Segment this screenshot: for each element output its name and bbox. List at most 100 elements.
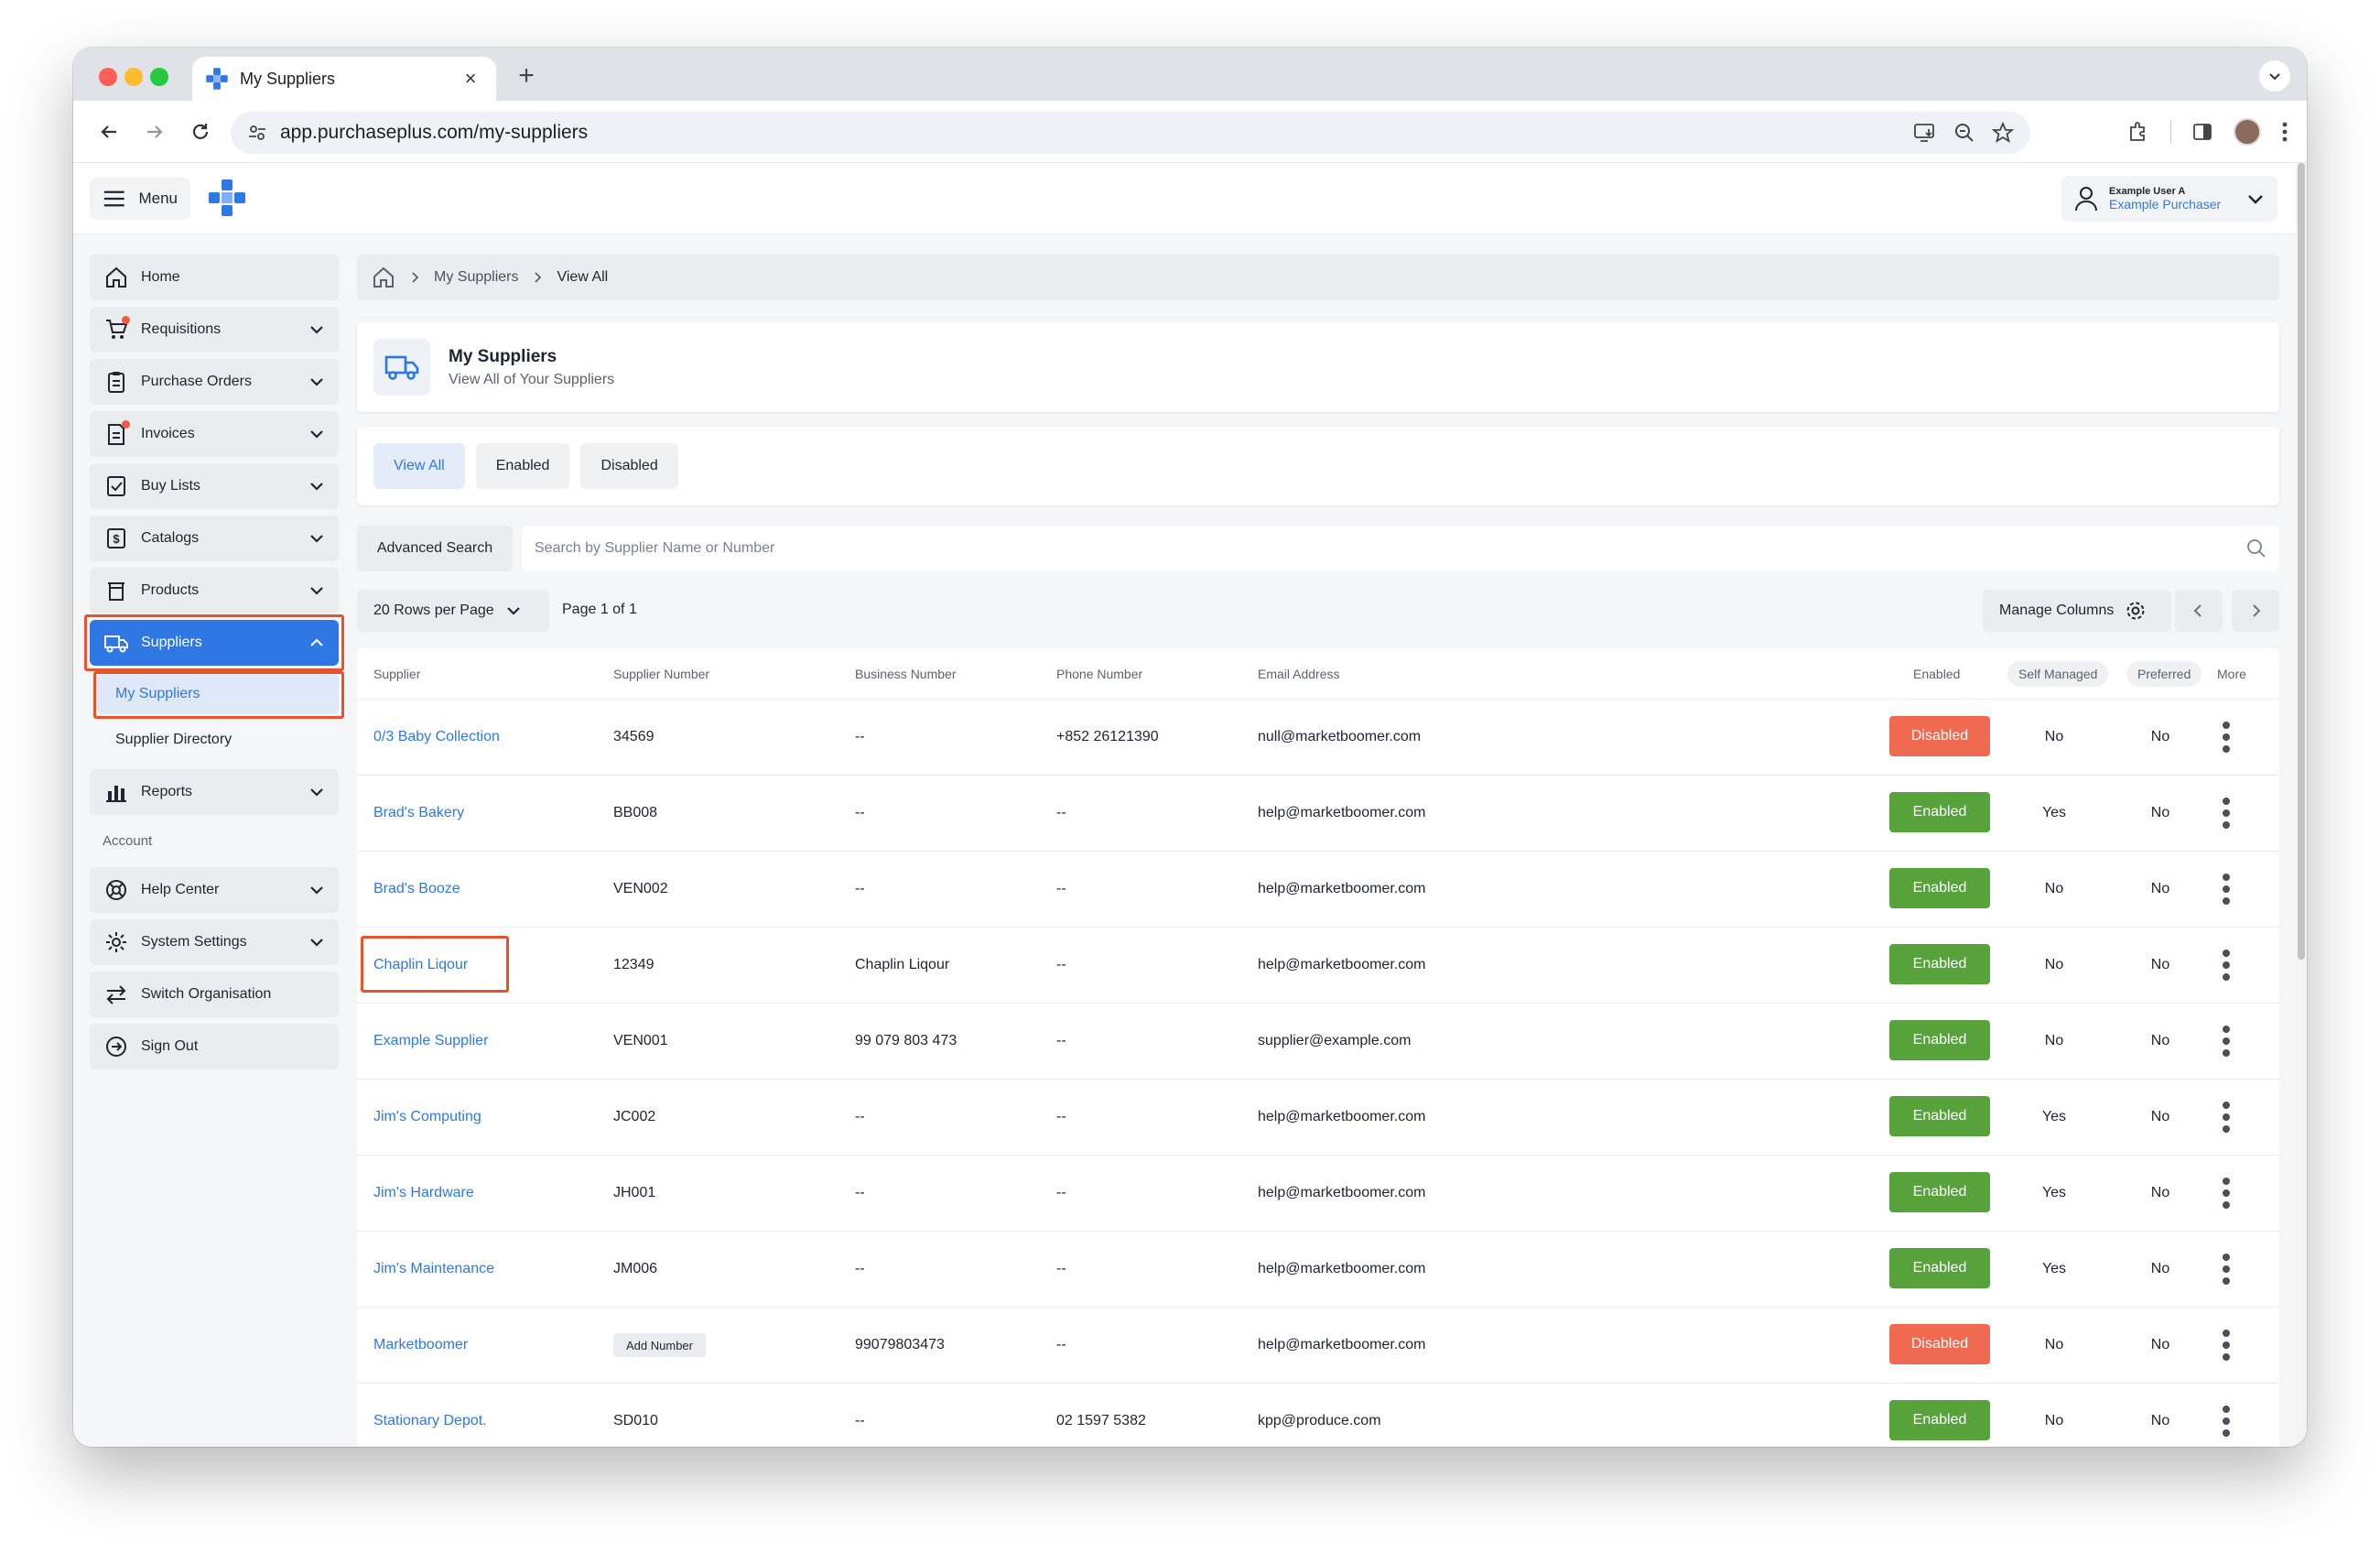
search-icon[interactable] bbox=[2246, 538, 2266, 559]
supplier-name-link[interactable]: Marketboomer bbox=[373, 1337, 468, 1353]
forward-button[interactable] bbox=[137, 114, 172, 149]
status-badge[interactable]: Enabled bbox=[1889, 944, 1990, 984]
supplier-name-link[interactable]: Jim's Computing bbox=[373, 1109, 481, 1125]
back-button[interactable] bbox=[92, 114, 126, 149]
column-header-preferred[interactable]: Preferred bbox=[2126, 661, 2202, 687]
manage-columns-button[interactable]: Manage Columns bbox=[1983, 590, 2171, 632]
supplier-name-link[interactable]: Brad's Bakery bbox=[373, 805, 464, 821]
supplier-name-link[interactable]: Chaplin Liqour bbox=[373, 957, 468, 973]
supplier-name-link[interactable]: Stationary Depot. bbox=[373, 1413, 487, 1429]
rows-per-page-select[interactable]: 20 Rows per Page bbox=[357, 590, 549, 632]
more-options-icon[interactable] bbox=[2213, 794, 2239, 832]
search-input[interactable] bbox=[535, 540, 2246, 557]
status-badge[interactable]: Enabled bbox=[1889, 1172, 1990, 1212]
more-options-icon[interactable] bbox=[2213, 1174, 2239, 1212]
supplier-name-link[interactable]: Brad's Booze bbox=[373, 881, 460, 897]
browser-tab[interactable]: My Suppliers × bbox=[192, 57, 496, 101]
column-header-phone-number[interactable]: Phone Number bbox=[1056, 667, 1142, 681]
menu-button[interactable]: Menu bbox=[90, 178, 190, 220]
sidebar-item-help-center[interactable]: Help Center bbox=[90, 867, 339, 913]
new-tab-button[interactable]: + bbox=[511, 60, 542, 92]
status-badge[interactable]: Enabled bbox=[1889, 792, 1990, 832]
column-header-self-managed[interactable]: Self Managed bbox=[2007, 661, 2109, 687]
status-badge[interactable]: Enabled bbox=[1889, 1096, 1990, 1136]
self-managed-value: No bbox=[2044, 957, 2064, 972]
more-options-icon[interactable] bbox=[2213, 1098, 2239, 1136]
minimize-window-button[interactable] bbox=[124, 68, 143, 86]
tab-enabled[interactable]: Enabled bbox=[475, 443, 570, 489]
column-header-business-number[interactable]: Business Number bbox=[855, 667, 957, 681]
sidebar-subitem-my-suppliers[interactable]: My Suppliers bbox=[97, 674, 339, 714]
sidebar-item-suppliers[interactable]: Suppliers bbox=[90, 620, 339, 666]
more-options-icon[interactable] bbox=[2213, 1250, 2239, 1288]
close-window-button[interactable] bbox=[99, 68, 117, 86]
column-header-enabled[interactable]: Enabled bbox=[1913, 667, 1960, 681]
sidebar-item-buy-lists[interactable]: Buy Lists bbox=[90, 463, 339, 509]
browser-menu-icon[interactable] bbox=[2281, 121, 2288, 143]
status-badge[interactable]: Enabled bbox=[1889, 868, 1990, 908]
column-header-email-address[interactable]: Email Address bbox=[1258, 667, 1339, 681]
sidebar-subitem-supplier-directory[interactable]: Supplier Directory bbox=[97, 720, 339, 760]
status-badge[interactable]: Enabled bbox=[1889, 1020, 1990, 1060]
sidebar-item-home[interactable]: Home bbox=[90, 255, 339, 300]
user-menu[interactable]: Example User A Example Purchaser bbox=[2061, 176, 2277, 222]
sidebar-item-purchase-orders[interactable]: Purchase Orders bbox=[90, 359, 339, 405]
supplier-name-link[interactable]: Example Supplier bbox=[373, 1033, 488, 1049]
maximize-window-button[interactable] bbox=[150, 68, 168, 86]
sidebar-item-sign-out[interactable]: Sign Out bbox=[90, 1024, 339, 1070]
side-panel-icon[interactable] bbox=[2191, 121, 2213, 143]
column-header-supplier-number[interactable]: Supplier Number bbox=[613, 667, 709, 681]
breadcrumb-my-suppliers[interactable]: My Suppliers bbox=[434, 269, 518, 286]
more-options-icon[interactable] bbox=[2213, 1022, 2239, 1060]
profile-avatar[interactable] bbox=[2234, 118, 2261, 146]
more-options-icon[interactable] bbox=[2213, 1402, 2239, 1440]
address-bar[interactable]: app.purchaseplus.com/my-suppliers bbox=[231, 112, 2030, 154]
bookmark-star-icon[interactable] bbox=[1992, 122, 2014, 144]
supplier-name-link[interactable]: Jim's Hardware bbox=[373, 1185, 474, 1201]
previous-page-button[interactable] bbox=[2175, 590, 2223, 632]
reload-button[interactable] bbox=[183, 114, 218, 149]
more-options-icon[interactable] bbox=[2213, 946, 2239, 984]
tab-view-all[interactable]: View All bbox=[373, 443, 465, 489]
status-badge[interactable]: Disabled bbox=[1889, 1324, 1990, 1364]
supplier-name-link[interactable]: Jim's Maintenance bbox=[373, 1261, 494, 1277]
scrollbar-thumb[interactable] bbox=[2298, 163, 2305, 960]
sidebar-item-system-settings[interactable]: System Settings bbox=[90, 919, 339, 965]
zoom-icon[interactable] bbox=[1953, 122, 1975, 144]
sidebar-item-invoices[interactable]: Invoices bbox=[90, 411, 339, 457]
extensions-icon[interactable] bbox=[2126, 120, 2150, 144]
site-settings-icon[interactable] bbox=[247, 123, 267, 143]
supplier-number: BB008 bbox=[613, 805, 658, 820]
status-badge[interactable]: Enabled bbox=[1889, 1248, 1990, 1288]
url-text[interactable]: app.purchaseplus.com/my-suppliers bbox=[280, 122, 588, 144]
tab-search-button[interactable] bbox=[2259, 60, 2290, 92]
business-number: -- bbox=[855, 1109, 865, 1124]
status-badge[interactable]: Disabled bbox=[1889, 716, 1990, 756]
add-number-button[interactable]: Add Number bbox=[613, 1333, 706, 1357]
purchaseplus-logo[interactable] bbox=[207, 178, 247, 218]
sidebar-item-requisitions[interactable]: Requisitions bbox=[90, 307, 339, 353]
status-badge[interactable]: Enabled bbox=[1889, 1400, 1990, 1440]
sidebar-item-catalogs[interactable]: $ Catalogs bbox=[90, 516, 339, 561]
phone-number: +852 26121390 bbox=[1056, 729, 1159, 744]
more-options-icon[interactable] bbox=[2213, 718, 2239, 756]
tab-disabled[interactable]: Disabled bbox=[580, 443, 678, 489]
more-options-icon[interactable] bbox=[2213, 870, 2239, 908]
page-scrollbar[interactable] bbox=[2296, 163, 2307, 1447]
sidebar-item-reports[interactable]: Reports bbox=[90, 769, 339, 815]
advanced-search-button[interactable]: Advanced Search bbox=[357, 526, 513, 571]
email-address: kpp@produce.com bbox=[1258, 1413, 1381, 1428]
tab-close-icon[interactable]: × bbox=[458, 67, 483, 91]
app-viewport: Menu Example User A Example Purchaser Ho… bbox=[73, 163, 2296, 1447]
supplier-name-link[interactable]: 0/3 Baby Collection bbox=[373, 729, 500, 745]
more-options-icon[interactable] bbox=[2213, 1326, 2239, 1364]
sidebar-item-switch-organisation[interactable]: Switch Organisation bbox=[90, 972, 339, 1017]
self-managed-value: No bbox=[2044, 1413, 2064, 1428]
column-header-supplier[interactable]: Supplier bbox=[373, 667, 420, 681]
sidebar-item-label: Reports bbox=[141, 784, 193, 799]
bar-chart-icon bbox=[103, 778, 130, 806]
home-icon[interactable] bbox=[372, 266, 395, 289]
next-page-button[interactable] bbox=[2232, 590, 2279, 632]
sidebar-item-products[interactable]: Products bbox=[90, 568, 339, 614]
install-app-icon[interactable] bbox=[1913, 122, 1937, 144]
